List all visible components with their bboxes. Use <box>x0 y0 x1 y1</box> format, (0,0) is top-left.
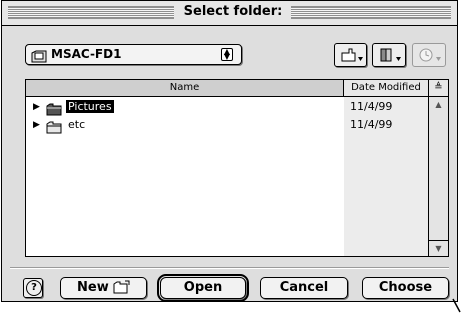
pointing-hand-icon <box>341 48 363 62</box>
disclosure-triangle-icon[interactable]: ▶ <box>33 120 40 130</box>
new-folder-button[interactable]: New <box>60 277 147 299</box>
select-folder-dialog: Select folder: MSAC-FD1 ▲ ▼ Name Date Mod… <box>1 0 458 302</box>
location-popup-label: MSAC-FD1 <box>51 47 122 61</box>
recent-button[interactable] <box>412 43 446 67</box>
favorites-button[interactable] <box>372 43 406 67</box>
list-item[interactable]: ▶ Pictures 11/4/99 <box>26 99 429 116</box>
disk-icon <box>31 48 47 67</box>
list-item-date: 11/4/99 <box>350 118 393 131</box>
column-header-date-modified[interactable]: Date Modified <box>344 80 429 97</box>
list-item-date: 11/4/99 <box>350 100 393 113</box>
list-item-name: Pictures <box>66 100 114 113</box>
column-header-name[interactable]: Name <box>26 80 344 97</box>
cancel-button[interactable]: Cancel <box>260 277 348 299</box>
dialog-title: Select folder: <box>183 4 283 19</box>
clock-icon <box>419 48 441 62</box>
choose-button[interactable]: Choose <box>362 277 449 299</box>
title-stripes-left <box>8 6 174 19</box>
sort-order-button[interactable]: ≜ <box>429 80 448 97</box>
disclosure-triangle-icon[interactable]: ▶ <box>33 102 40 112</box>
resize-grip-icon[interactable] <box>452 298 461 313</box>
new-folder-icon <box>113 280 131 301</box>
list-item[interactable]: ▶ etc 11/4/99 <box>26 117 429 134</box>
list-item-name: etc <box>68 118 86 131</box>
title-stripes-right <box>291 6 451 19</box>
bottom-divider <box>10 267 449 269</box>
help-button[interactable]: ? <box>23 278 43 298</box>
book-icon <box>380 48 401 62</box>
folder-icon <box>46 119 62 138</box>
scroll-down-arrow-icon[interactable]: ▼ <box>429 240 448 256</box>
location-popup[interactable]: MSAC-FD1 ▲ ▼ <box>25 44 242 65</box>
open-button[interactable]: Open <box>157 274 249 302</box>
scroll-up-arrow-icon[interactable]: ▲ <box>429 97 448 112</box>
question-mark-icon: ? <box>26 280 42 296</box>
file-list[interactable]: Name Date Modified ≜ ▶ Pictures 11/4/99 … <box>25 79 449 257</box>
popup-arrows-icon: ▲ ▼ <box>221 48 233 61</box>
shortcuts-button[interactable] <box>334 43 367 67</box>
vertical-scrollbar[interactable]: ▲ ▼ <box>429 97 448 256</box>
new-folder-label: New <box>77 280 109 295</box>
title-bar[interactable]: Select folder: <box>2 1 457 26</box>
